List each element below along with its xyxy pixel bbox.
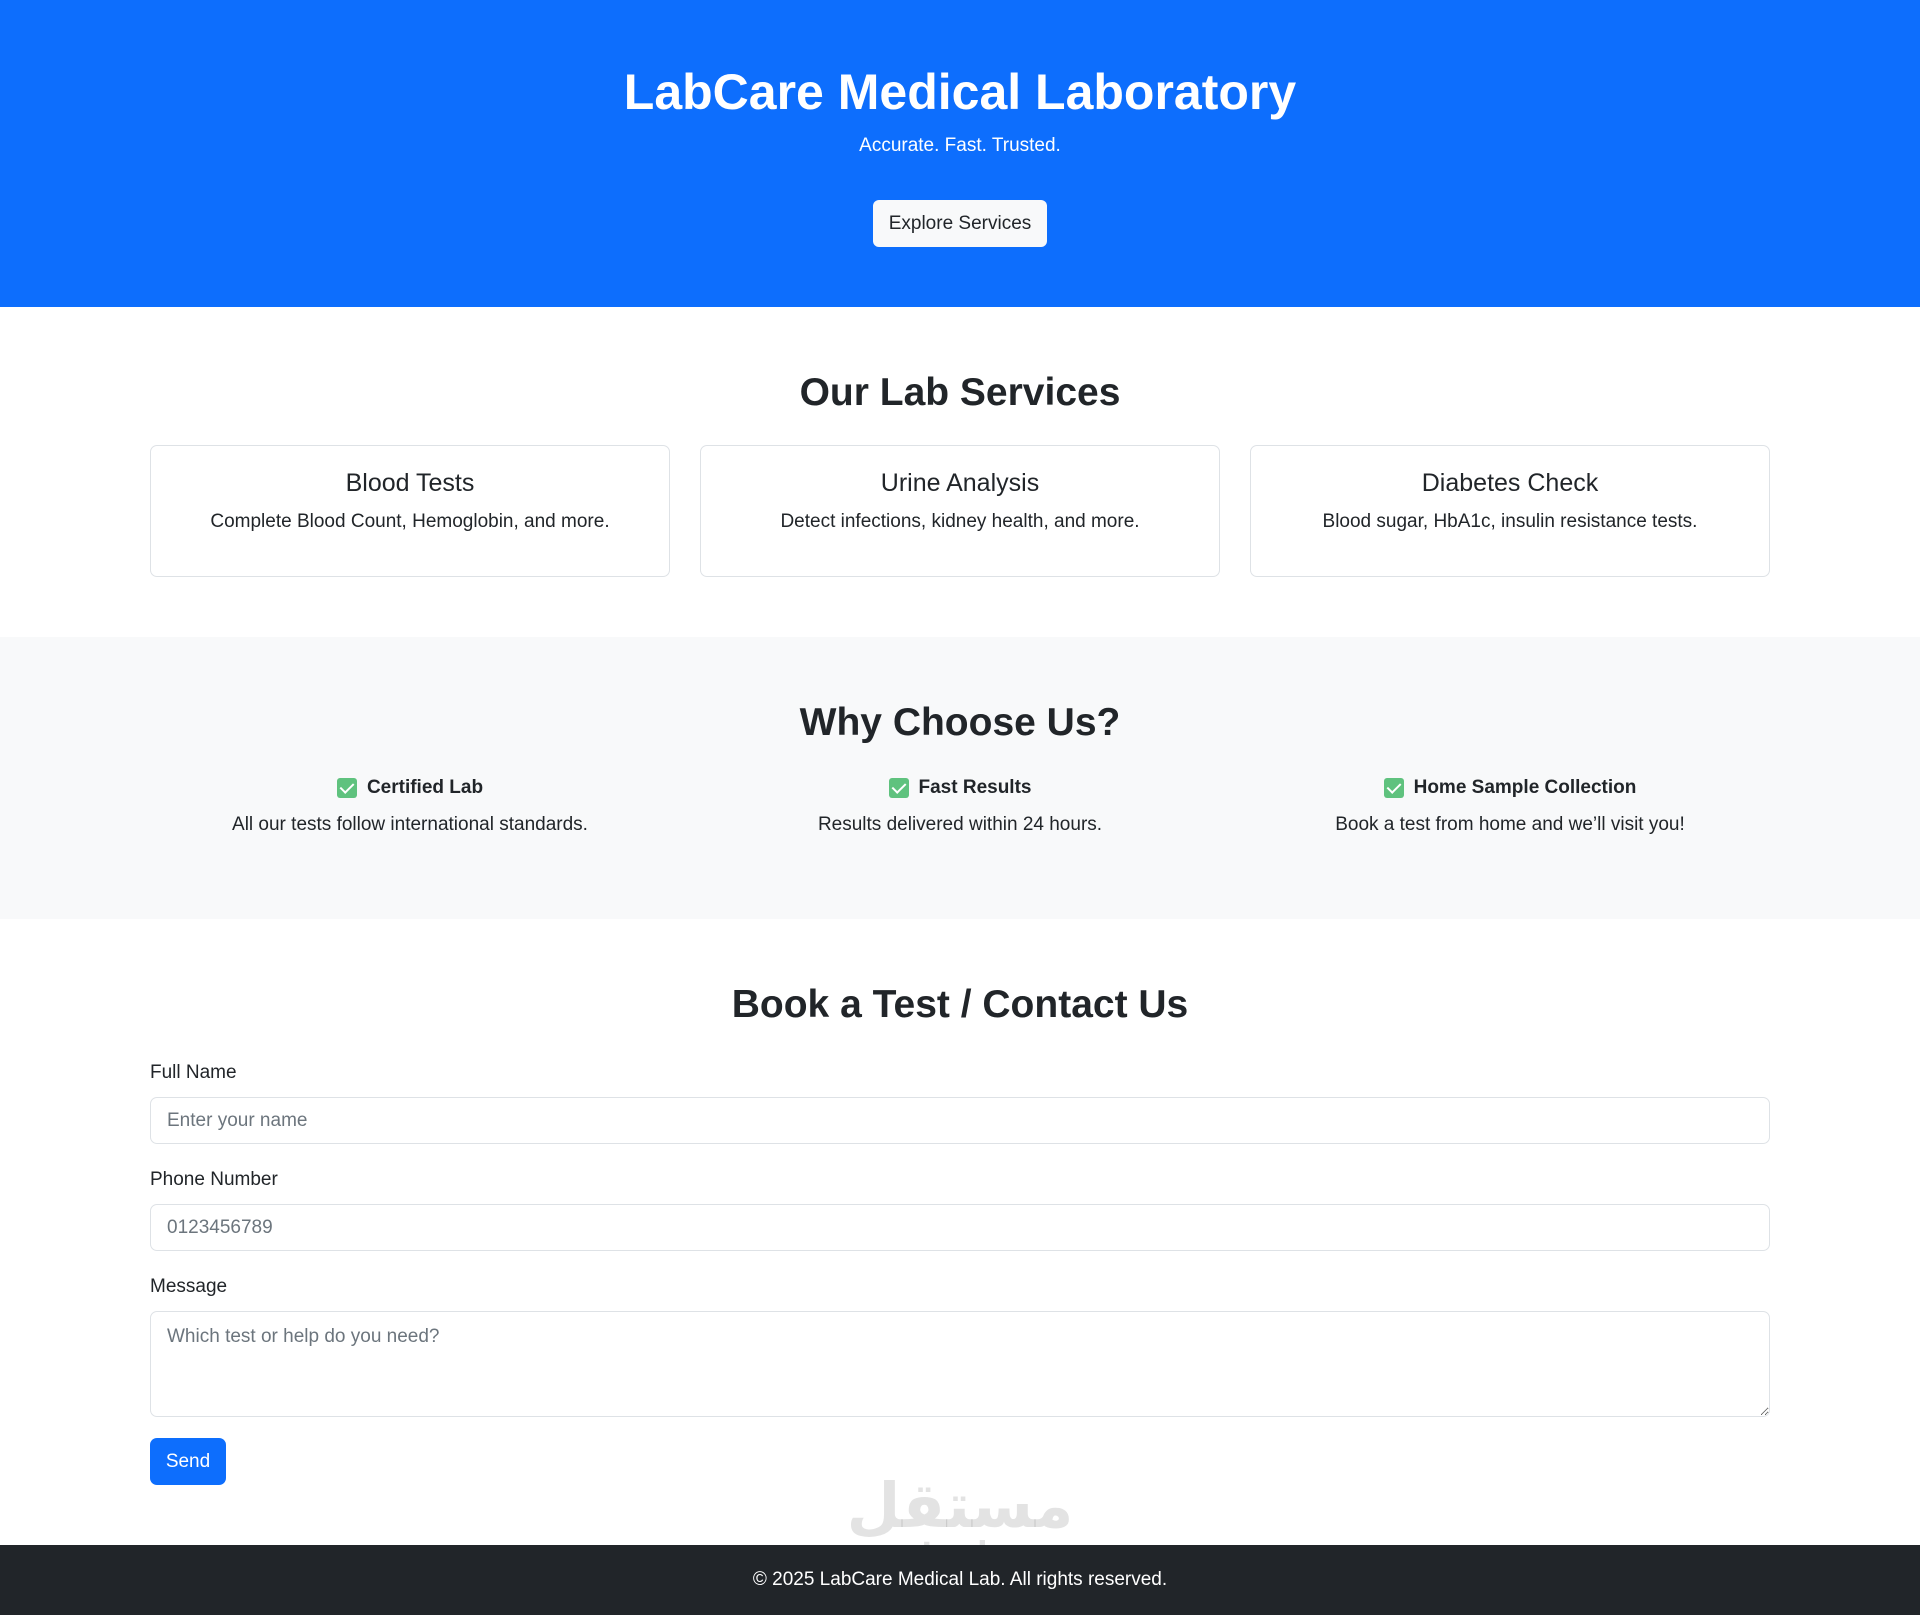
service-card-blood-tests: Blood Tests Complete Blood Count, Hemogl…	[150, 445, 670, 577]
feature-description: Results delivered within 24 hours.	[817, 814, 1103, 835]
service-card-urine-analysis: Urine Analysis Detect infections, kidney…	[700, 445, 1220, 577]
explore-services-button[interactable]: Explore Services	[873, 200, 1047, 247]
feature-title: Home Sample Collection	[1413, 777, 1637, 798]
send-button[interactable]: Send	[150, 1438, 226, 1485]
hero-section: LabCare Medical Laboratory Accurate. Fas…	[0, 0, 1920, 307]
why-title: Why Choose Us?	[799, 701, 1121, 744]
feature-title: Certified Lab	[366, 777, 484, 798]
feature-certified-lab: Certified Lab All our tests follow inter…	[135, 775, 685, 838]
feature-fast-results: Fast Results Results delivered within 24…	[685, 775, 1235, 838]
watermark-arabic-text: مستقل	[846, 1469, 1074, 1542]
feature-description: Book a test from home and we’ll visit yo…	[1335, 814, 1685, 835]
message-textarea[interactable]	[150, 1311, 1770, 1417]
service-card-description: Blood sugar, HbA1c, insulin resistance t…	[1322, 511, 1698, 532]
feature-description: All our tests follow international stand…	[232, 814, 588, 835]
message-label: Message	[150, 1276, 228, 1297]
feature-title: Fast Results	[918, 777, 1032, 798]
footer: © 2025 LabCare Medical Lab. All rights r…	[0, 1545, 1920, 1615]
service-card-diabetes-check: Diabetes Check Blood sugar, HbA1c, insul…	[1250, 445, 1770, 577]
phone-number-label: Phone Number	[150, 1169, 278, 1190]
feature-home-sample-collection: Home Sample Collection Book a test from …	[1235, 775, 1785, 838]
service-card-title: Blood Tests	[345, 469, 475, 497]
phone-number-input[interactable]	[150, 1204, 1770, 1251]
check-box-icon	[336, 778, 357, 798]
full-name-input[interactable]	[150, 1097, 1770, 1144]
hero-tagline: Accurate. Fast. Trusted.	[859, 135, 1061, 156]
check-box-icon	[888, 778, 909, 798]
service-card-description: Complete Blood Count, Hemoglobin, and mo…	[210, 511, 610, 532]
hero-title: LabCare Medical Laboratory	[623, 64, 1297, 120]
service-card-description: Detect infections, kidney health, and mo…	[780, 511, 1140, 532]
copyright-text: © 2025 LabCare Medical Lab. All rights r…	[752, 1569, 1168, 1590]
full-name-label: Full Name	[150, 1062, 237, 1083]
check-box-icon	[1383, 778, 1404, 798]
services-title: Our Lab Services	[799, 371, 1121, 414]
service-card-title: Urine Analysis	[880, 469, 1040, 497]
contact-title: Book a Test / Contact Us	[731, 983, 1189, 1026]
service-card-title: Diabetes Check	[1421, 469, 1599, 497]
